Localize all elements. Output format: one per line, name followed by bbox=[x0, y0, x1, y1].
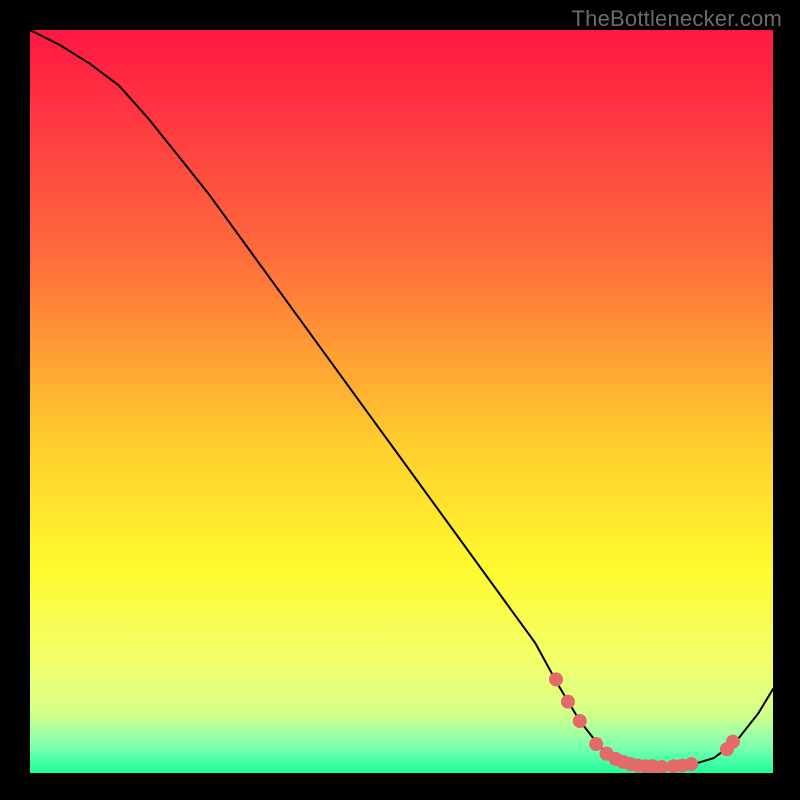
chart-background bbox=[30, 30, 773, 773]
bottleneck-chart bbox=[30, 30, 773, 773]
attribution-text: TheBottlenecker.com bbox=[572, 6, 782, 32]
sweet-spot-point bbox=[589, 737, 603, 751]
sweet-spot-point bbox=[684, 757, 698, 771]
chart-plot-area bbox=[30, 30, 773, 773]
sweet-spot-point bbox=[726, 735, 740, 749]
sweet-spot-point bbox=[549, 672, 563, 686]
sweet-spot-point bbox=[561, 695, 575, 709]
sweet-spot-point bbox=[573, 714, 587, 728]
